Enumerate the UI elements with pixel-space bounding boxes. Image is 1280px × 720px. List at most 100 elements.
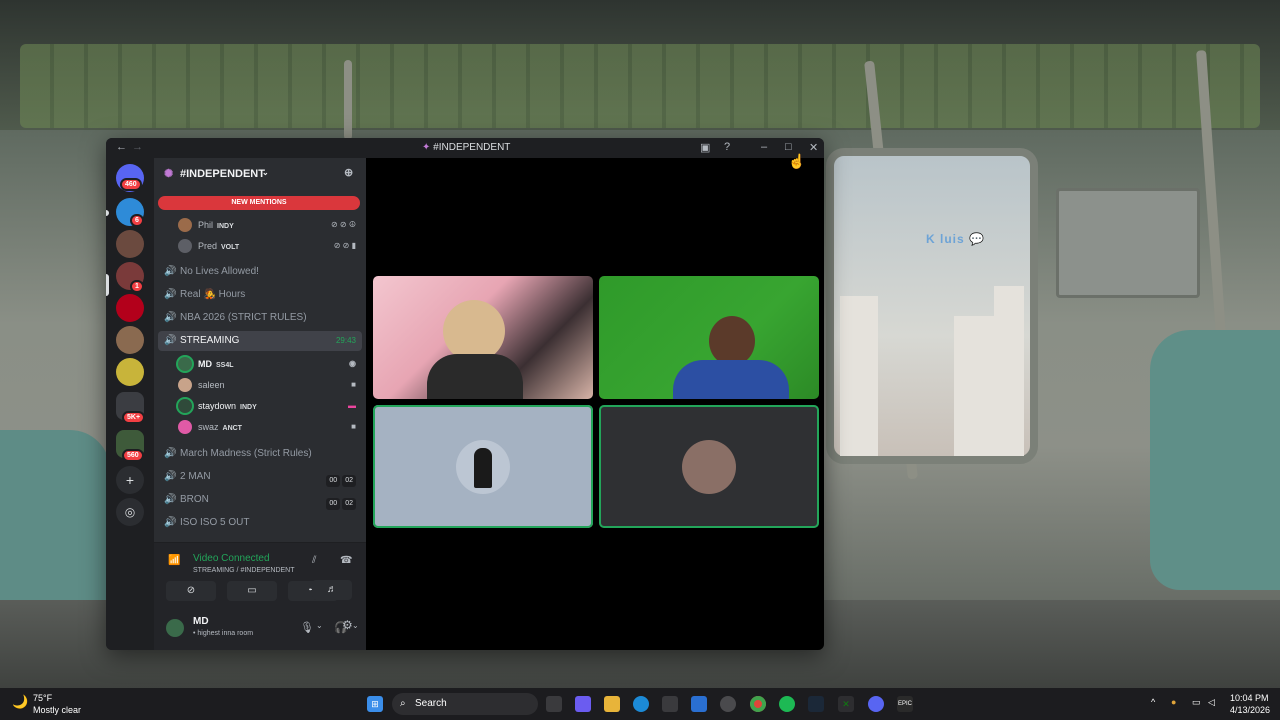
search-box[interactable]: ⌕ Search <box>392 693 538 715</box>
task-view-icon[interactable] <box>546 696 562 712</box>
chrome-icon[interactable] <box>750 696 766 712</box>
search-icon: ⌕ <box>400 698 406 709</box>
search-label: Search <box>415 698 447 709</box>
weather-status[interactable]: Mostly clear <box>33 705 81 715</box>
unread-pip <box>106 210 109 216</box>
video-tile[interactable] <box>373 276 593 399</box>
steam-icon[interactable] <box>808 696 824 712</box>
speaker-icon: 🔊 <box>164 335 177 346</box>
voice-user[interactable]: swaz ANCT ■ <box>174 417 360 437</box>
clock-date[interactable]: 4/13/2026 <box>1230 705 1270 715</box>
discord-icon[interactable] <box>868 696 884 712</box>
channel-sidebar: ✺ #INDEPENDENT ⌄ ⊕ NEW MENTIONS Phil INDY… <box>154 158 366 650</box>
participant-video <box>709 316 755 366</box>
voice-channel[interactable]: 🔊 BRON 00 02 <box>158 490 362 510</box>
maximize-icon[interactable]: □ <box>785 141 792 153</box>
file-explorer-icon[interactable] <box>604 696 620 712</box>
server-icon[interactable] <box>116 294 144 322</box>
clock-time[interactable]: 10:04 PM <box>1230 693 1269 703</box>
voice-channel[interactable]: 🔊 NBA 2026 (STRICT RULES) <box>158 308 362 328</box>
voice-user-name: staydown INDY <box>198 396 257 418</box>
dm-badge: 460 <box>120 178 142 191</box>
overlay-name: luis <box>940 232 965 246</box>
channel-name: ISO ISO 5 OUT <box>180 517 250 528</box>
user-name: MD <box>198 359 212 369</box>
speaker-icon: 🔊 <box>164 517 177 528</box>
speaker-icon: 🔊 <box>164 471 177 482</box>
server-header[interactable]: ✺ #INDEPENDENT ⌄ ⊕ <box>154 158 366 188</box>
noise-suppression-icon[interactable]: ⫽ <box>312 555 316 566</box>
speaker-icon: 🔊 <box>164 312 177 323</box>
new-mentions-button[interactable]: NEW MENTIONS <box>158 196 360 210</box>
wallpaper-building <box>840 296 878 456</box>
chevron-down-icon[interactable]: ⌄ <box>352 621 359 630</box>
video-tile[interactable] <box>599 276 819 399</box>
add-server-icon[interactable]: + <box>116 466 144 494</box>
server-icon[interactable] <box>116 358 144 386</box>
microphone-icon[interactable]: 🎙 <box>300 621 314 634</box>
user-limit: 00 02 <box>324 471 356 491</box>
voice-channel[interactable]: 🔊 Real 🧑‍🎤 Hours <box>158 285 362 305</box>
voice-user[interactable]: Pred VOLT ⊘ ⊘ ▮ <box>174 236 360 256</box>
window-title: ✦ #INDEPENDENT <box>422 142 510 153</box>
voice-user-name: MD SS4L <box>198 354 234 376</box>
server-icon[interactable] <box>116 326 144 354</box>
edge-icon[interactable] <box>633 696 649 712</box>
voice-channel[interactable]: 🔊 ISO ISO 5 OUT <box>158 513 362 533</box>
soundboard-button[interactable]: ♬ <box>312 580 352 600</box>
back-icon[interactable]: ← <box>116 141 127 153</box>
wallpaper-building <box>994 286 1024 456</box>
wallpaper-seat <box>1150 330 1280 590</box>
video-tile-speaking[interactable] <box>373 405 593 528</box>
forward-icon[interactable]: → <box>132 141 143 153</box>
screen-share-button[interactable]: ▭ <box>227 581 277 601</box>
voice-channel[interactable]: 🔊 No Lives Allowed! <box>158 262 362 282</box>
app-icon[interactable] <box>720 696 736 712</box>
voice-user[interactable]: staydown INDY ▬ <box>174 396 360 416</box>
server-logo-icon: ✺ <box>164 168 174 180</box>
user-limit-value: 02 <box>342 498 356 510</box>
inbox-icon[interactable]: ▣ <box>700 141 710 154</box>
close-icon[interactable]: ✕ <box>809 141 818 154</box>
user-name: Phil <box>198 220 214 230</box>
user-panel: MD • highest inna room 🎙 ⌄ 🎧 ⌄ <box>154 606 366 650</box>
invite-icon[interactable]: ⊕ <box>344 166 353 179</box>
voice-location[interactable]: STREAMING / #INDEPENDENT <box>193 567 295 574</box>
discover-icon[interactable]: ◎ <box>116 498 144 526</box>
copilot-icon[interactable] <box>575 696 591 712</box>
avatar[interactable] <box>166 619 184 637</box>
user-name: staydown <box>198 401 237 411</box>
minimize-icon[interactable]: – <box>761 141 767 153</box>
xbox-icon[interactable]: ✕ <box>838 696 854 712</box>
voice-user[interactable]: MD SS4L ◉ <box>174 354 360 374</box>
channel-name: 2 MAN <box>180 471 211 482</box>
weather-temp[interactable]: 75°F <box>33 693 52 703</box>
microphone-icon[interactable]: ● <box>1171 697 1176 707</box>
epic-games-icon[interactable]: EPIC <box>897 696 913 712</box>
voice-channel-active[interactable]: 🔊 STREAMING 29:43 <box>158 331 362 351</box>
spotify-icon[interactable] <box>779 696 795 712</box>
weather-icon[interactable]: 🌙 <box>12 694 28 710</box>
chevron-up-icon[interactable]: ^ <box>1151 697 1155 707</box>
chevron-down-icon[interactable]: ⌄ <box>316 621 323 630</box>
voice-user[interactable]: saleen ■ <box>174 375 360 395</box>
wallpaper-sign <box>1056 188 1200 298</box>
channel-name: March Madness (Strict Rules) <box>180 448 312 459</box>
display-icon[interactable]: ▭ <box>1192 697 1201 708</box>
help-icon[interactable]: ? <box>724 141 730 153</box>
voice-channel[interactable]: 🔊 March Madness (Strict Rules) <box>158 444 362 464</box>
camera-off-button[interactable]: ⊘ <box>166 581 216 601</box>
avatar <box>178 218 192 232</box>
server-name: #INDEPENDENT <box>180 168 265 180</box>
store-icon[interactable] <box>662 696 678 712</box>
user-tag: SS4L <box>216 362 234 369</box>
speaker-icon[interactable]: ◁ <box>1208 697 1215 708</box>
settings-gear-icon[interactable]: ⚙ <box>342 618 353 632</box>
voice-user[interactable]: Phil INDY ⊘ ⊘ ☮ <box>174 215 360 235</box>
outlook-icon[interactable] <box>691 696 707 712</box>
voice-channel[interactable]: 🔊 2 MAN 00 02 <box>158 467 362 487</box>
video-tile-speaking[interactable] <box>599 405 819 528</box>
server-icon[interactable] <box>116 230 144 258</box>
disconnect-icon[interactable]: ☎ <box>340 555 352 566</box>
start-icon[interactable]: ⊞ <box>367 696 383 712</box>
